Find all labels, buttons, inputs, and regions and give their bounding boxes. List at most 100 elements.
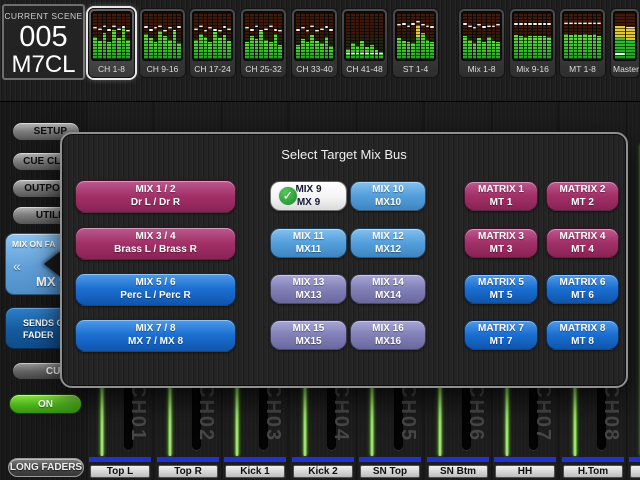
meter-bar [227, 13, 231, 59]
meter-block-master[interactable]: Master [610, 8, 640, 78]
bus-name: MATRIX 5 [465, 277, 537, 289]
meter-bar [365, 13, 369, 59]
meter-bar [255, 13, 259, 59]
bus-name: MIX 16 [351, 323, 425, 335]
meter-block-st-1-4[interactable]: ST 1-4 [392, 8, 439, 78]
matrix-bus-button-matrix-3[interactable]: MATRIX 3MT 3 [464, 228, 538, 258]
meter-bar [543, 13, 547, 59]
channel-color-bar [629, 457, 640, 462]
matrix-bus-button-matrix-4[interactable]: MATRIX 4MT 4 [546, 228, 619, 258]
long-faders-button[interactable]: LONG FADERS [8, 458, 84, 477]
matrix-bus-button-matrix-6[interactable]: MATRIX 6MT 6 [546, 274, 619, 304]
mix-bus-button-mix-16[interactable]: MIX 16MX16 [350, 320, 426, 350]
mix-bus-button-mix-7-8[interactable]: MIX 7 / 8MX 7 / MX 8 [75, 319, 236, 352]
meter-bar [524, 13, 528, 59]
fader-position-mark [278, 30, 282, 32]
fader-position-mark [564, 22, 568, 24]
bus-label: Brass L / Brass R [76, 244, 235, 256]
channel-name-label[interactable]: SN Top [360, 465, 420, 478]
channel-name-label[interactable]: H.Tom [563, 465, 623, 478]
fader-position-mark [163, 30, 167, 32]
bus-label: MT 4 [547, 244, 618, 256]
fader-position-mark [126, 30, 130, 32]
console-name: M7CL [4, 52, 83, 78]
bus-label: MT 1 [465, 197, 537, 209]
meter-bar [301, 13, 305, 59]
fader-position-mark [149, 29, 153, 31]
bus-name: MATRIX 2 [547, 184, 618, 196]
mix-bus-button-mix-9[interactable]: ✓MIX 9MX 9 [270, 181, 347, 211]
fader-position-mark [168, 27, 172, 29]
fader-position-mark [473, 27, 477, 29]
fader-position-mark [514, 23, 518, 25]
meter-block-ch-33-40[interactable]: CH 33-40 [291, 8, 338, 78]
meter-bar [421, 13, 425, 59]
mix-bus-button-mix-15[interactable]: MIX 15MX15 [270, 320, 347, 350]
meter-bar [325, 13, 329, 59]
meter-block-ch-17-24[interactable]: CH 17-24 [189, 8, 236, 78]
matrix-bus-button-matrix-2[interactable]: MATRIX 2MT 2 [546, 181, 619, 211]
channel-name-label[interactable]: Kick 2 [293, 465, 353, 478]
meter-bar [482, 13, 486, 59]
meter-block-label: CH 1-8 [91, 61, 132, 77]
meter-bar [411, 13, 415, 59]
fader-position-mark [430, 26, 434, 28]
fader-position-mark [360, 52, 364, 54]
mix-bus-button-mix-10[interactable]: MIX 10MX10 [350, 181, 426, 211]
on-button[interactable]: ON [9, 394, 82, 414]
check-icon: ✓ [278, 186, 298, 206]
level-meter-display [512, 11, 553, 61]
meter-block-ch-41-48[interactable]: CH 41-48 [341, 8, 388, 78]
meter-block-mt-1-8[interactable]: MT 1-8 [559, 8, 606, 78]
mix-bus-button-mix-3-4[interactable]: MIX 3 / 4Brass L / Brass R [75, 227, 236, 260]
meter-bar [496, 13, 500, 59]
chevron-left-icon[interactable]: « [13, 258, 21, 274]
channel-color-bar [89, 457, 151, 462]
mix-bus-button-mix-11[interactable]: MIX 11MX11 [270, 228, 347, 258]
channel-name-label[interactable]: SN Btm [428, 465, 488, 478]
channel-name-label[interactable]: HH [495, 465, 555, 478]
bus-label: MX16 [351, 336, 425, 348]
meter-block-label: MT 1-8 [562, 61, 603, 77]
meter-bar [329, 13, 333, 59]
mix-bus-button-mix-13[interactable]: MIX 13MX13 [270, 274, 347, 304]
mix-bus-button-mix-5-6[interactable]: MIX 5 / 6Perc L / Perc R [75, 273, 236, 306]
channel-name-label[interactable] [630, 465, 640, 478]
meter-bar [208, 13, 212, 59]
meter-block-ch-25-32[interactable]: CH 25-32 [240, 8, 287, 78]
meter-bar [430, 13, 434, 59]
fader-position-mark [325, 26, 329, 28]
meter-bar [379, 13, 383, 59]
channel-name-label[interactable]: Top R [158, 465, 218, 478]
channel-name-label[interactable]: Kick 1 [225, 465, 285, 478]
meter-bar [528, 13, 532, 59]
bus-name: MIX 15 [271, 323, 346, 335]
current-scene-panel[interactable]: CURRENT SCENE 005 M7CL [2, 4, 85, 80]
meter-bar [533, 13, 537, 59]
bus-name: MIX 7 / 8 [76, 323, 235, 335]
fader-position-mark [329, 29, 333, 31]
matrix-bus-button-matrix-7[interactable]: MATRIX 7MT 7 [464, 320, 538, 350]
meter-bar [168, 13, 172, 59]
meter-bar [468, 13, 472, 59]
fader-position-mark [597, 22, 601, 24]
level-meter-display [395, 11, 436, 61]
meter-block-ch-1-8[interactable]: CH 1-8 [88, 8, 135, 78]
mix-bus-button-mix-14[interactable]: MIX 14MX14 [350, 274, 426, 304]
meter-bar [588, 13, 592, 59]
meter-block-ch-9-16[interactable]: CH 9-16 [139, 8, 186, 78]
matrix-bus-button-matrix-5[interactable]: MATRIX 5MT 5 [464, 274, 538, 304]
meter-block-mix-1-8[interactable]: Mix 1-8 [458, 8, 505, 78]
matrix-bus-button-matrix-1[interactable]: MATRIX 1MT 1 [464, 181, 538, 211]
meter-bar [315, 13, 319, 59]
meter-block-mix-9-16[interactable]: Mix 9-16 [509, 8, 556, 78]
fader-position-mark [519, 23, 523, 25]
fader-position-mark [421, 24, 425, 26]
channel-name-label[interactable]: Top L [90, 465, 150, 478]
bus-label: Dr L / Dr R [76, 197, 235, 209]
level-meter-display [192, 11, 233, 61]
matrix-bus-button-matrix-8[interactable]: MATRIX 8MT 8 [546, 320, 619, 350]
channel-color-bar [224, 457, 286, 462]
mix-bus-button-mix-1-2[interactable]: MIX 1 / 2Dr L / Dr R [75, 180, 236, 213]
mix-bus-button-mix-12[interactable]: MIX 12MX12 [350, 228, 426, 258]
